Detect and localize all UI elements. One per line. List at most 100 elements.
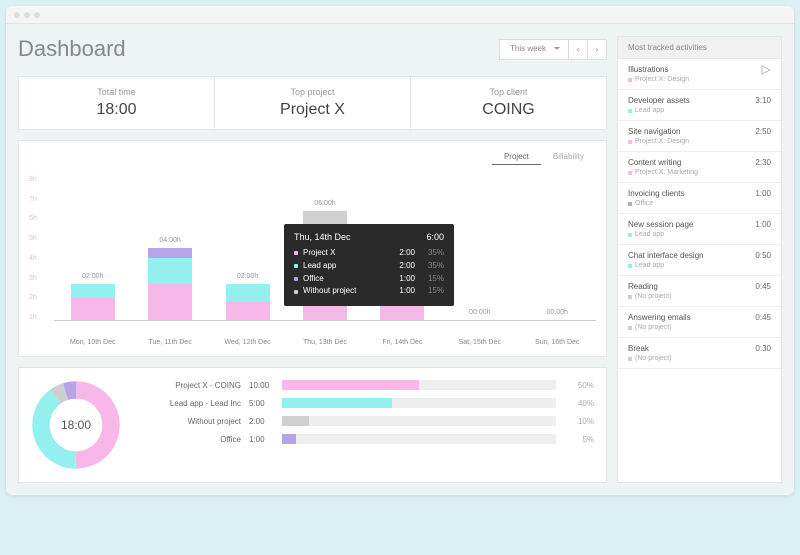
bar-column[interactable]: 02:00h	[68, 176, 118, 320]
activity-row[interactable]: Content writingProject X: Marketing2:30	[618, 152, 781, 183]
card-value: 18:00	[19, 101, 214, 119]
tooltip-row: Without project1:0015%	[294, 285, 444, 298]
activity-project: Project X: Design	[628, 138, 755, 145]
activity-row[interactable]: Site navigationProject X: Design2:50	[618, 121, 781, 152]
bar-segment	[226, 284, 270, 302]
period-select[interactable]: This week	[499, 39, 569, 60]
breakdown-label: Lead app - Lead Inc	[141, 399, 241, 408]
bar-segment	[71, 298, 115, 320]
breakdown-track	[282, 434, 556, 444]
breakdown-label: Office	[141, 435, 241, 444]
y-tick: 6h	[29, 215, 49, 222]
breakdown-time: 10:00	[249, 381, 274, 390]
main-column: Dashboard This week ‹ › Total time 18:00…	[18, 36, 607, 483]
x-tick: Mon, 10th Dec	[68, 339, 118, 346]
titlebar	[6, 6, 794, 24]
y-tick: 3h	[29, 275, 49, 282]
y-tick: 5h	[29, 235, 49, 242]
x-tick: Fri, 14th Dec	[377, 339, 427, 346]
activity-project: Project X: Marketing	[628, 169, 755, 176]
page-title: Dashboard	[18, 36, 126, 62]
breakdown-fill	[282, 380, 419, 390]
breakdown-pct: 50%	[564, 381, 594, 390]
activity-project: (No project)	[628, 355, 755, 362]
activity-row[interactable]: Reading(No project)0:45	[618, 276, 781, 307]
activity-time: 1:00	[755, 220, 771, 238]
breakdown-track	[282, 398, 556, 408]
prev-button[interactable]: ‹	[568, 39, 588, 60]
breakdown-time: 5:00	[249, 399, 274, 408]
bar-chart: 8h7h6h5h4h3h2h1h 02:00h04:00h02:00h06:00…	[29, 176, 596, 346]
y-tick: 8h	[29, 176, 49, 183]
activity-row[interactable]: New session pageLead app1:00	[618, 214, 781, 245]
tooltip-pct: 15%	[428, 273, 444, 286]
period-controls: This week ‹ ›	[499, 39, 607, 60]
breakdown-pct: 10%	[564, 417, 594, 426]
card-value: COING	[411, 101, 606, 119]
breakdown-row: Lead app - Lead Inc5:0040%	[141, 398, 594, 408]
card-label: Total time	[19, 87, 214, 97]
window-dot	[24, 12, 30, 18]
sidebar-title: Most tracked activities	[618, 37, 781, 59]
tab-billability[interactable]: Billability	[541, 149, 596, 165]
tooltip-time: 1:00	[399, 273, 415, 286]
activity-name: Break	[628, 344, 755, 353]
tooltip-row: Office 1:00 15%	[294, 273, 444, 286]
play-icon[interactable]	[761, 65, 771, 75]
card-top-project: Top project Project X	[215, 77, 411, 129]
activity-time: 0:45	[755, 282, 771, 300]
project-bullet-icon	[628, 109, 632, 113]
bar-column[interactable]: 04:00h	[145, 176, 195, 320]
tooltip-label: Project X	[303, 247, 335, 260]
bar-column[interactable]: 02:00h	[223, 176, 273, 320]
activity-row[interactable]: Developer assetsLead app3:10	[618, 90, 781, 121]
breakdown-row: Office1:005%	[141, 434, 594, 444]
bar-column[interactable]: 00:00h	[532, 176, 582, 320]
page-header: Dashboard This week ‹ ›	[18, 36, 607, 62]
project-bullet-icon	[628, 326, 632, 330]
breakdown-label: Without project	[141, 417, 241, 426]
tooltip-time: 1:00	[399, 285, 415, 298]
tooltip-bullet	[294, 251, 298, 255]
donut-chart: 18:00	[31, 380, 121, 470]
tooltip-label: Office	[303, 273, 324, 286]
project-bullet-icon	[628, 78, 632, 82]
x-tick: Wed, 12th Dec	[223, 339, 273, 346]
breakdown-time: 1:00	[249, 435, 274, 444]
activity-name: Invoicing clients	[628, 189, 755, 198]
project-bullet-icon	[628, 357, 632, 361]
summary-panel: 18:00 Project X - COING10:0050%Lead app …	[18, 367, 607, 483]
activity-time: 3:10	[755, 96, 771, 114]
project-bullet-icon	[628, 295, 632, 299]
bar-segment	[226, 302, 270, 320]
card-top-client: Top client COING	[411, 77, 606, 129]
tooltip-time: 2:00	[399, 247, 415, 260]
bar-column[interactable]: 00:00h	[455, 176, 505, 320]
bar-segment	[380, 306, 424, 321]
activity-name: Chat interface design	[628, 251, 755, 260]
breakdown-fill	[282, 416, 309, 426]
window-dot	[14, 12, 20, 18]
activity-name: Reading	[628, 282, 755, 291]
breakdown-row: Project X - COING10:0050%	[141, 380, 594, 390]
activity-row[interactable]: IllustrationsProject X: Design	[618, 59, 781, 90]
activity-row[interactable]: Answering emails(No project)0:45	[618, 307, 781, 338]
project-bullet-icon	[628, 171, 632, 175]
activity-time: 2:50	[755, 127, 771, 145]
breakdown-row: Without project2:0010%	[141, 416, 594, 426]
project-bullet-icon	[628, 264, 632, 268]
bar-chart-container: Project Billability 8h7h6h5h4h3h2h1h 02:…	[18, 140, 607, 357]
y-tick: 2h	[29, 294, 49, 301]
content: Dashboard This week ‹ › Total time 18:00…	[6, 24, 794, 495]
activity-project: (No project)	[628, 324, 755, 331]
tab-project[interactable]: Project	[492, 149, 541, 165]
y-tick: 1h	[29, 314, 49, 321]
activity-time: 0:45	[755, 313, 771, 331]
activity-row[interactable]: Chat interface designLead app0:50	[618, 245, 781, 276]
activity-row[interactable]: Invoicing clientsOffice1:00	[618, 183, 781, 214]
activity-row[interactable]: Break(No project)0:30	[618, 338, 781, 369]
donut-center-text: 18:00	[61, 418, 91, 432]
activity-name: Developer assets	[628, 96, 755, 105]
next-button[interactable]: ›	[587, 39, 607, 60]
activity-project: Office	[628, 200, 755, 207]
